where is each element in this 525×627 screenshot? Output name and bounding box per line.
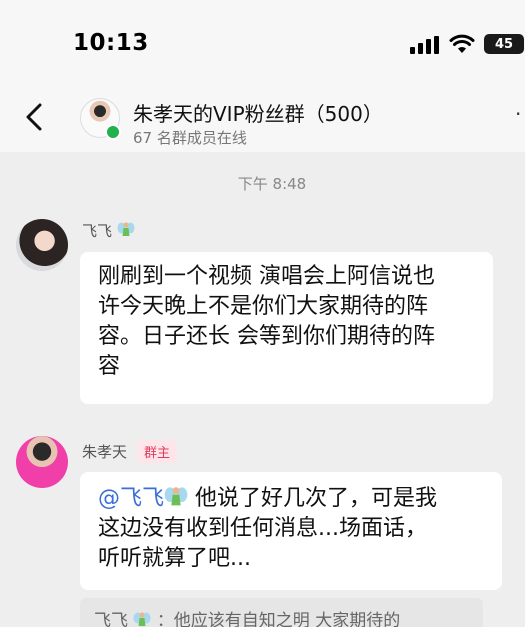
message-timestamp: 下午 8:48 <box>237 175 307 193</box>
group-title[interactable]: 朱孝天的VIP粉丝群（500） <box>133 98 383 127</box>
message-line: 许今天晚上不是你们大家期待的阵 <box>98 294 429 319</box>
message-line: 听听就算了吧... <box>98 546 251 571</box>
message-line: 容 <box>98 354 121 379</box>
sender-name: 飞飞 <box>82 220 135 241</box>
message-line: 容。日子还长 会等到你们期待的阵 <box>98 324 435 349</box>
quoted-message[interactable]: 飞飞 ：他应该有自知之明 大家期待的 <box>80 598 483 627</box>
online-status-dot <box>105 124 121 140</box>
fairy-emoji-icon <box>133 612 151 626</box>
sender-name-text: 飞飞 <box>82 222 113 240</box>
cellular-signal-icon <box>410 36 439 54</box>
battery-indicator: 45 <box>484 34 524 54</box>
battery-level: 45 <box>494 36 514 52</box>
online-members-count: 67 名群成员在线 <box>133 129 247 147</box>
avatar[interactable] <box>16 219 68 271</box>
avatar[interactable] <box>16 436 68 488</box>
back-arrow-icon[interactable] <box>24 102 44 132</box>
message-line: 刚刷到一个视频 演唱会上阿信说也 <box>98 264 435 289</box>
message-bubble[interactable]: 刚刷到一个视频 演唱会上阿信说也 许今天晚上不是你们大家期待的阵 容。日子还长 … <box>80 252 493 404</box>
sender-name: 朱孝天 <box>82 443 128 461</box>
fairy-emoji-icon <box>164 487 188 506</box>
mention-link[interactable]: @飞飞 <box>98 486 164 511</box>
status-bar: 10:13 45 <box>0 0 525 90</box>
message-bubble[interactable]: @飞飞 他说了好几次了，可是我 这边没有收到任何消息...场面话， 听听就算了吧… <box>80 472 502 590</box>
quote-text: ：他应该有自知之明 大家期待的 <box>156 611 401 627</box>
group-owner-badge: 群主 <box>137 440 178 463</box>
status-time: 10:13 <box>73 30 149 56</box>
fairy-emoji-icon <box>117 222 135 236</box>
message-line: 这边没有收到任何消息...场面话， <box>98 516 427 541</box>
wifi-icon <box>449 34 475 53</box>
more-menu-icon[interactable]: · <box>515 102 521 126</box>
message-text: 他说了好几次了，可是我 <box>188 486 438 511</box>
chat-header: 朱孝天的VIP粉丝群（500） 67 名群成员在线 · <box>0 90 525 152</box>
quote-sender: 飞飞 <box>94 611 128 627</box>
message-line: @飞飞 他说了好几次了，可是我 <box>98 484 484 514</box>
